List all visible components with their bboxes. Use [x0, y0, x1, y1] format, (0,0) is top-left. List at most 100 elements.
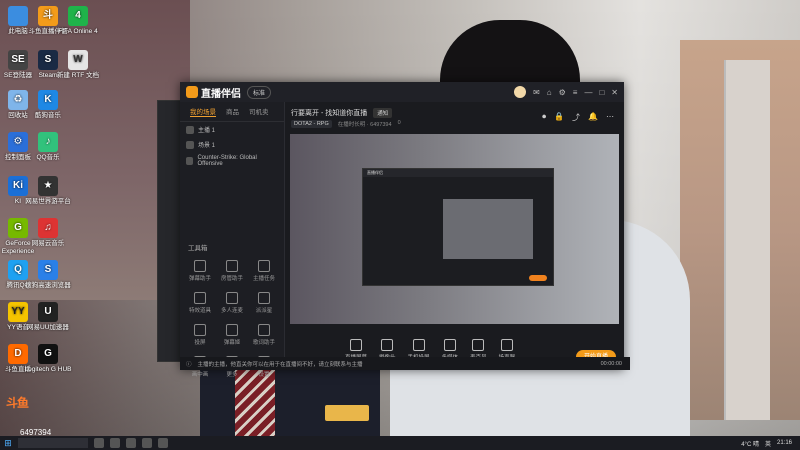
microphone-icon	[472, 339, 485, 351]
room-meta: DOTA2 - RPG 在播时长明 · 6497394 0	[291, 120, 401, 128]
tab-goods[interactable]: 商品	[226, 106, 239, 117]
share-icon[interactable]: ⤴	[572, 112, 580, 123]
notice-bar: ⓘ 主播的主播，他直关你可以在用于在直播间不好，请立刻联系与主播 00:00:0…	[180, 357, 630, 370]
desktop-icon-rtf[interactable]: W 新建 RTF 文档	[50, 50, 106, 80]
notice-text: 主播的主播，他直关你可以在用于在直播间不好，请立刻联系与主播	[197, 361, 363, 368]
eye-icon[interactable]	[186, 125, 194, 134]
lock-icon[interactable]: 🔒	[554, 112, 564, 123]
desktop-icon-fifa[interactable]: 4 FIFA Online 4	[50, 6, 106, 36]
tab-other[interactable]: 司机卖	[249, 106, 269, 117]
nested-live-button	[529, 275, 547, 281]
tool-icon	[258, 260, 270, 272]
monitor-icon	[350, 339, 362, 351]
room-category[interactable]: DOTA2 - RPG	[291, 120, 332, 128]
wallpaper-pillar	[724, 60, 770, 420]
scene-panel: 我的场景 商品 司机卖 主播 1 场景 1 Counter-Strike: Gl…	[180, 102, 285, 378]
windows-start-icon[interactable]: ⊞	[0, 436, 16, 450]
eye-icon[interactable]	[186, 157, 194, 165]
stream-watermark-logo: 斗鱼	[6, 396, 29, 410]
tool-icon	[226, 324, 238, 336]
taskbar-app-icon[interactable]	[94, 438, 104, 448]
room-meta-text: 在播时长明 · 6497394	[337, 122, 392, 128]
tool-item[interactable]: 多人连麦	[216, 292, 248, 314]
message-icon[interactable]: ✉	[533, 88, 540, 97]
source-row[interactable]: 主播 1	[180, 122, 284, 137]
tool-item[interactable]: 弹幕助手	[184, 260, 216, 282]
phone-icon	[412, 339, 425, 351]
nested-preview	[443, 199, 533, 259]
user-avatar[interactable]	[514, 86, 527, 98]
tool-icon	[194, 260, 206, 272]
tool-icon	[194, 292, 206, 304]
settings-icon[interactable]: ⚙	[559, 88, 566, 97]
desktop-icon-netease-music[interactable]: ♫ 网易云音乐	[20, 218, 76, 248]
menu-icon[interactable]: ≡	[573, 88, 578, 97]
taskbar-app-icon[interactable]	[126, 438, 136, 448]
close-icon[interactable]: ✕	[611, 88, 618, 97]
tool-item[interactable]: 歌词助手	[248, 324, 280, 346]
eye-icon[interactable]	[186, 140, 194, 149]
speaker-icon	[500, 339, 513, 351]
tool-icon	[258, 324, 270, 336]
minimize-icon[interactable]: —	[584, 88, 592, 97]
taskbar-search[interactable]	[18, 438, 88, 448]
live-clock: 00:00:00	[600, 360, 622, 367]
uu-accelerator-icon: U	[38, 302, 58, 322]
tab-scenes[interactable]: 我的场景	[190, 106, 216, 117]
app-logo: 直播伴侣	[186, 85, 241, 100]
desktop-icon-sogou[interactable]: S 搜狗高速浏览器	[20, 260, 76, 290]
toolbox-header: 工具箱	[188, 245, 208, 252]
source-row[interactable]: Counter-Strike: Global Offensive	[180, 152, 284, 170]
tool-item[interactable]: 派派星	[248, 292, 280, 314]
document-icon: W	[68, 50, 88, 70]
desktop-icon-kugou[interactable]: K 酷狗音乐	[20, 90, 76, 120]
netease-platform-icon: ★	[38, 176, 58, 196]
sogou-browser-icon: S	[38, 260, 58, 280]
system-tray: 4°C 晴 英 21:16	[741, 439, 792, 448]
ime-indicator[interactable]: 英	[765, 439, 771, 448]
weather-text[interactable]: 4°C 晴	[741, 439, 759, 448]
tool-icon	[226, 292, 238, 304]
app-logo-icon	[186, 86, 198, 98]
record-icon[interactable]: ⏺	[542, 112, 546, 123]
camera-icon	[381, 339, 394, 351]
tool-icon	[258, 292, 270, 304]
taskbar-apps	[94, 438, 168, 448]
desktop-icon-logitech[interactable]: G Logitech G HUB	[20, 344, 76, 374]
gift-icon[interactable]: ⌂	[547, 88, 552, 97]
tool-icon	[226, 260, 238, 272]
notification-icon[interactable]: 🔔	[588, 112, 598, 123]
source-row[interactable]: 场景 1	[180, 137, 284, 152]
clock-text[interactable]: 21:16	[777, 440, 792, 446]
taskbar-app-icon[interactable]	[142, 438, 152, 448]
tool-item[interactable]: 房管助手	[216, 260, 248, 282]
maximize-icon[interactable]: □	[599, 88, 604, 97]
desktop-icon-qq-music[interactable]: ♪ QQ音乐	[20, 132, 76, 162]
tool-item[interactable]: 弹幕姬	[216, 324, 248, 346]
desktop-icon-uu[interactable]: U 网易UU加速器	[20, 302, 76, 332]
media-icon	[443, 339, 456, 351]
room-tag[interactable]: 通知	[373, 108, 393, 118]
info-icon: ⓘ	[186, 361, 192, 368]
tool-icon	[194, 324, 206, 336]
wallpaper-name-badge	[325, 405, 369, 421]
tool-item[interactable]: 主播任务	[248, 260, 280, 282]
tool-item[interactable]: 特效道具	[184, 292, 216, 314]
desktop-icon-netease-platform[interactable]: ★ 网易世界游平台	[20, 176, 76, 206]
room-title[interactable]: 行要离开 - 找知道你直播 通知	[291, 108, 393, 118]
stream-preview[interactable]: 直播伴侣	[290, 134, 619, 324]
preview-toolbar: ⏺ 🔒 ⤴ 🔔 ⋯	[542, 112, 614, 123]
taskbar-app-icon[interactable]	[110, 438, 120, 448]
logitech-icon: G	[38, 344, 58, 364]
tool-item[interactable]: 投屏	[184, 324, 216, 346]
taskbar-app-icon[interactable]	[158, 438, 168, 448]
version-pill[interactable]: 标准	[247, 85, 272, 99]
nested-app-window: 直播伴侣	[362, 168, 554, 286]
more-icon[interactable]: ⋯	[606, 112, 614, 123]
live-assistant-window: 直播伴侣 标准 ✉ ⌂ ⚙ ≡ — □ ✕ 我的场景 商品 司机卖 主播 1 场…	[180, 82, 630, 378]
netease-music-icon: ♫	[38, 218, 58, 238]
nested-titlebar: 直播伴侣	[363, 169, 553, 177]
fifa-icon: 4	[68, 6, 88, 26]
live-preview-panel: 行要离开 - 找知道你直播 通知 DOTA2 - RPG 在播时长明 · 649…	[285, 102, 624, 370]
room-likes: 0	[397, 120, 401, 126]
